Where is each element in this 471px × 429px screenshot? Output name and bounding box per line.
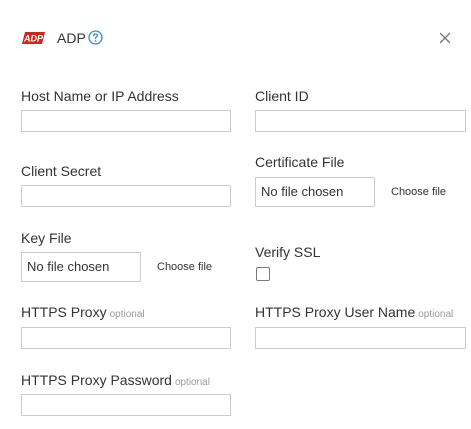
https-proxy-optional-hint: optional [109,309,145,320]
integration-dialog: ADP ADP Host Name or IP Address Client I… [0,0,471,429]
close-button[interactable] [436,29,454,47]
https-proxy-user-input[interactable] [255,327,466,349]
certificate-file-status[interactable]: No file chosen [255,177,375,207]
https-proxy-password-label-text: HTTPS Proxy Password [21,372,172,388]
host-input[interactable] [21,110,231,132]
host-label: Host Name or IP Address [21,88,179,104]
https-proxy-user-label-text: HTTPS Proxy User Name [255,304,416,320]
adp-logo: ADP [21,31,46,45]
certificate-choose-file-button[interactable]: Choose file [391,186,446,198]
https-proxy-user-label: HTTPS Proxy User Name optional [255,304,453,320]
https-proxy-label: HTTPS Proxy optional [21,304,145,320]
close-icon [439,32,451,44]
https-proxy-input[interactable] [21,327,231,349]
svg-text:ADP: ADP [23,34,44,44]
https-proxy-label-text: HTTPS Proxy [21,304,107,320]
https-proxy-user-optional-hint: optional [418,309,454,320]
key-file-label: Key File [21,230,72,246]
client-id-label: Client ID [255,88,309,104]
https-proxy-password-label: HTTPS Proxy Password optional [21,372,210,388]
client-secret-input[interactable] [21,185,231,207]
question-circle-icon[interactable] [88,30,103,45]
client-id-input[interactable] [255,110,466,132]
verify-ssl-label: Verify SSL [255,244,321,260]
key-choose-file-button[interactable]: Choose file [157,261,212,273]
client-secret-label: Client Secret [21,163,102,179]
key-file-status[interactable]: No file chosen [21,252,141,282]
dialog-title: ADP [57,30,86,46]
https-proxy-password-optional-hint: optional [174,377,210,388]
verify-ssl-checkbox[interactable] [256,267,270,281]
dialog-header: ADP ADP [0,0,471,70]
https-proxy-password-input[interactable] [21,394,231,416]
certificate-file-label: Certificate File [255,154,345,170]
